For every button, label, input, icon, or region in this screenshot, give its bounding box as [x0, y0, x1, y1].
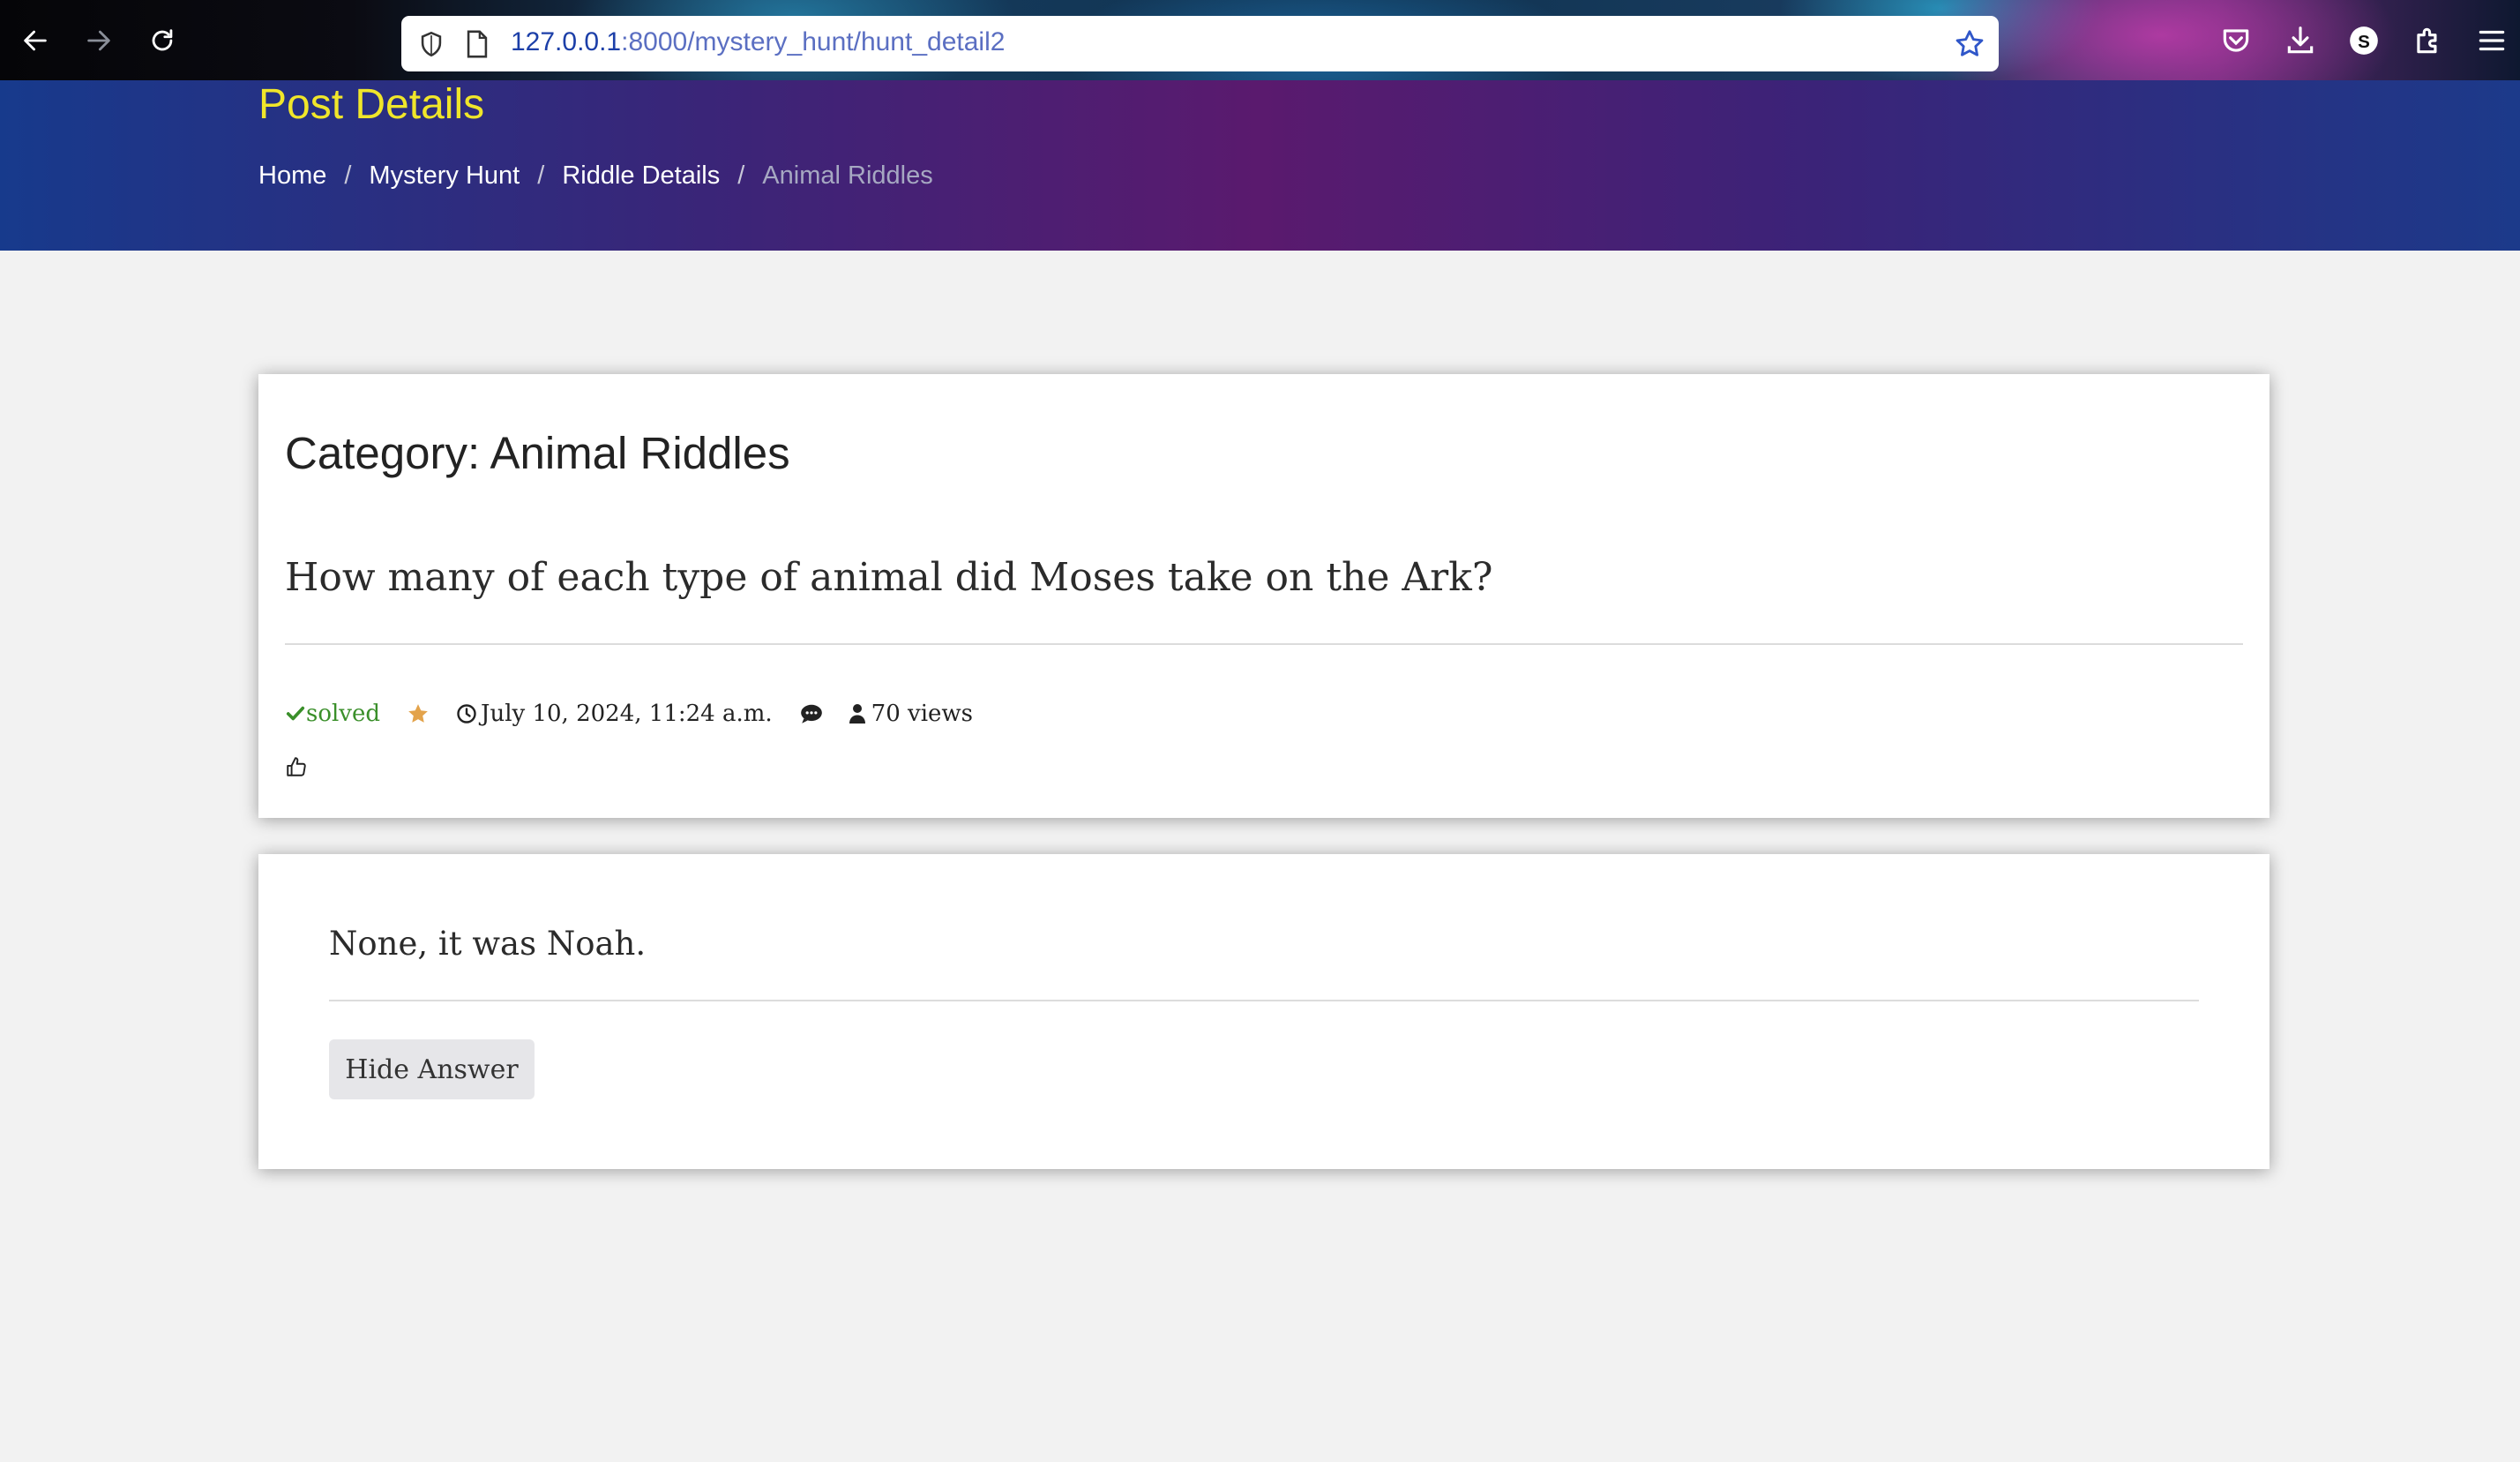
svg-text:S: S [2358, 32, 2370, 52]
hide-answer-button[interactable]: Hide Answer [329, 1039, 535, 1099]
post-meta: solved July 10, 2024, 11:24 a.m. 70 view… [285, 701, 973, 727]
answer-card: None, it was Noah. Hide Answer [258, 854, 2269, 1169]
extensions-icon[interactable] [2412, 24, 2445, 57]
breadcrumb-mystery-hunt[interactable]: Mystery Hunt [369, 161, 520, 191]
post-date: July 10, 2024, 11:24 a.m. [481, 701, 773, 727]
url-text[interactable]: 127.0.0.1:8000/mystery_hunt/hunt_detail2 [511, 27, 1005, 57]
solved-label: solved [306, 701, 381, 727]
breadcrumb-current: Animal Riddles [762, 161, 933, 190]
forward-button[interactable] [78, 19, 120, 62]
breadcrumb: Home / Mystery Hunt / Riddle Details / A… [258, 161, 933, 191]
page-icon [467, 30, 488, 58]
shield-icon[interactable] [416, 29, 446, 59]
user-icon [849, 704, 865, 724]
menu-icon[interactable] [2475, 24, 2509, 57]
page-header: Post Details Home / Mystery Hunt / Riddl… [0, 80, 2520, 251]
favorite-star-icon[interactable] [407, 702, 430, 725]
back-button[interactable] [14, 19, 56, 62]
bookmark-star-icon[interactable] [1953, 27, 1986, 61]
account-avatar-icon[interactable]: S [2347, 24, 2381, 57]
breadcrumb-riddle-details[interactable]: Riddle Details [562, 161, 720, 191]
page-title: Post Details [258, 81, 485, 128]
address-bar[interactable]: 127.0.0.1:8000/mystery_hunt/hunt_detail2 [401, 16, 1999, 71]
thumbs-up-icon[interactable] [285, 755, 308, 778]
divider [329, 1000, 2199, 1001]
reload-icon [152, 29, 173, 51]
breadcrumb-separator: / [537, 161, 545, 190]
check-icon [286, 706, 305, 721]
breadcrumb-separator: / [737, 161, 745, 190]
breadcrumb-separator: / [344, 161, 352, 190]
arrow-right-icon [87, 30, 110, 51]
solved-badge: solved [285, 701, 380, 727]
clock-icon [457, 704, 476, 724]
browser-toolbar: 127.0.0.1:8000/mystery_hunt/hunt_detail2… [0, 0, 2520, 80]
reload-button[interactable] [141, 19, 183, 62]
riddle-question: How many of each type of animal did Mose… [285, 555, 1493, 600]
arrow-left-icon [24, 30, 47, 51]
riddle-card: Category: Animal Riddles How many of eac… [258, 374, 2269, 818]
pocket-icon[interactable] [2219, 24, 2253, 57]
view-count: 70 views [871, 701, 973, 727]
download-icon[interactable] [2284, 24, 2317, 57]
divider [285, 643, 2243, 645]
answer-text: None, it was Noah. [329, 925, 647, 963]
breadcrumb-home[interactable]: Home [258, 161, 326, 191]
category-title: Category: Animal Riddles [285, 428, 790, 478]
comment-icon[interactable] [799, 702, 824, 725]
